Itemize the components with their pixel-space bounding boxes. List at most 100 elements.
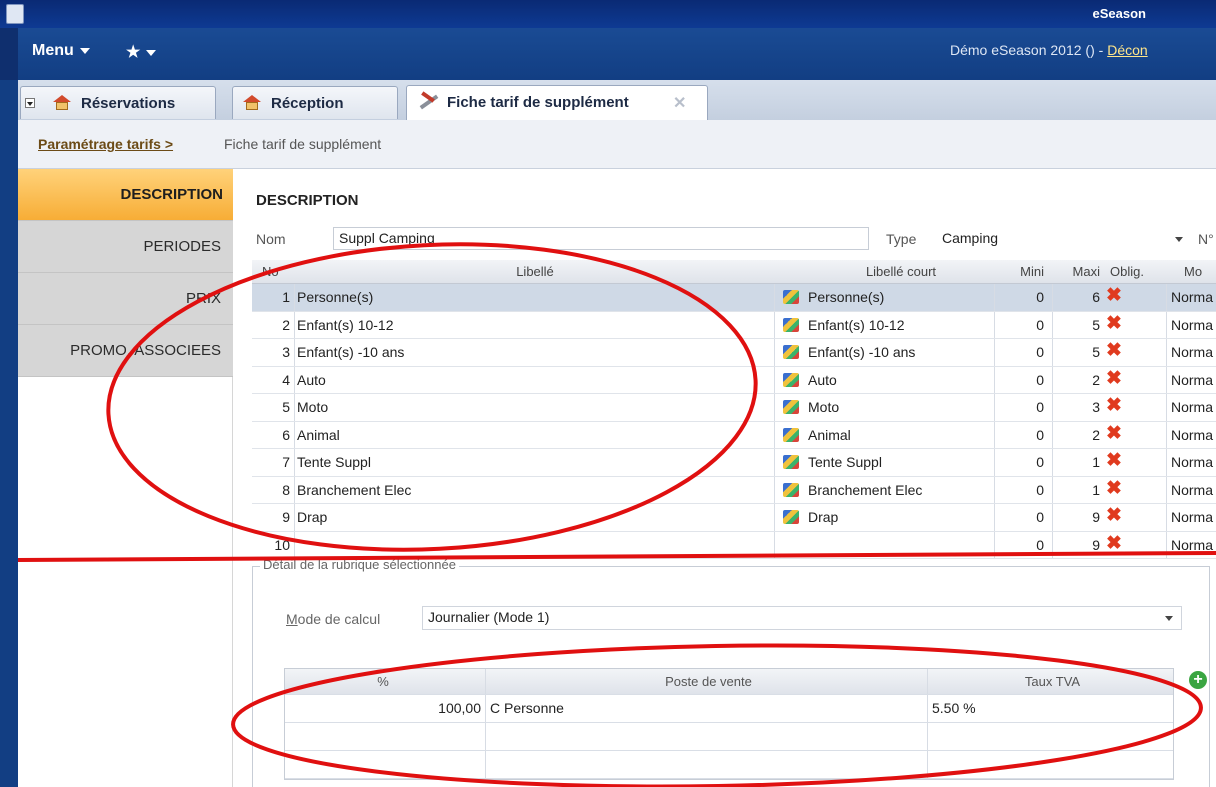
nav-item-prix[interactable]: PRIX	[18, 273, 233, 325]
cell-libelle: Animal	[294, 421, 774, 448]
tab-reservations[interactable]: Réservations	[20, 86, 216, 119]
cell-mode: Norma	[1166, 394, 1216, 421]
cell-maxi: 2	[1052, 421, 1104, 448]
breadcrumb-link-parametrage[interactable]: Paramétrage tarifs >	[38, 136, 173, 152]
nav-item-periodes[interactable]: PERIODES	[18, 221, 233, 273]
table-row[interactable]	[285, 723, 1173, 751]
logout-link[interactable]: Décon	[1107, 42, 1147, 58]
cell-translate	[774, 339, 804, 366]
house-icon	[243, 95, 261, 110]
cell-no: 7	[282, 454, 290, 470]
tab-list-dropdown-icon[interactable]	[25, 98, 35, 108]
translate-icon[interactable]	[783, 427, 799, 442]
breadcrumb: Paramétrage tarifs > Fiche tarif de supp…	[18, 120, 1216, 169]
translate-icon[interactable]	[783, 455, 799, 469]
table-row[interactable]: 1 Personne(s) Personne(s) 0 6 ✖ Norma	[252, 284, 1216, 312]
translate-icon[interactable]	[783, 317, 799, 332]
nav-item-description[interactable]: DESCRIPTION	[18, 169, 235, 221]
x-mark-icon[interactable]: ✖	[1106, 506, 1122, 526]
col-header-libelle-court[interactable]: Libellé court	[804, 260, 994, 283]
x-mark-icon[interactable]: ✖	[1106, 533, 1122, 554]
tab-reception[interactable]: Réception	[232, 86, 398, 119]
table-row[interactable]: 10 0 9 ✖ Norma	[252, 531, 1216, 559]
col-header-tva[interactable]: Taux TVA	[927, 669, 1173, 694]
menu-button[interactable]: Menu	[32, 42, 90, 60]
cell-mode: Norma	[1166, 421, 1216, 448]
translate-icon[interactable]	[783, 290, 799, 304]
cell-mode: Norma	[1166, 449, 1216, 476]
translate-icon[interactable]	[783, 372, 799, 387]
nom-field[interactable]: Suppl Camping	[333, 227, 869, 250]
col-header-libelle[interactable]: Libellé	[294, 260, 774, 283]
table-row[interactable]: 6 Animal Animal 0 2 ✖ Norma	[252, 421, 1216, 449]
type-select[interactable]: Camping	[936, 227, 1190, 250]
add-icon[interactable]: +	[1189, 671, 1207, 689]
cell-maxi: 6	[1052, 284, 1104, 311]
cell-mini: 0	[994, 394, 1052, 421]
user-info: Démo eSeason 2012 () - Décon	[950, 42, 1148, 58]
translate-icon[interactable]	[783, 510, 799, 524]
x-mark-icon[interactable]: ✖	[1106, 313, 1122, 334]
cell-no: 5	[282, 399, 290, 415]
cell-no: 9	[282, 509, 290, 525]
col-header-poste[interactable]: Poste de vente	[485, 669, 927, 694]
window-title: eSeason	[1092, 6, 1146, 21]
table-row[interactable]	[285, 751, 1173, 779]
col-header-no[interactable]: No	[252, 260, 292, 283]
cell-no: 8	[282, 481, 290, 498]
cell-oblig: ✖	[1104, 312, 1166, 339]
x-mark-icon[interactable]: ✖	[1106, 341, 1122, 361]
close-icon[interactable]: ✕	[673, 93, 686, 113]
cell-mini: 0	[994, 449, 1052, 476]
x-mark-icon[interactable]: ✖	[1106, 423, 1122, 444]
cell-mode: Norma	[1166, 366, 1216, 393]
nav-item-promo-associees[interactable]: PROMO. ASSOCIEES	[18, 325, 233, 377]
mode-calcul-select[interactable]: Journalier (Mode 1)	[422, 606, 1182, 630]
cell-mode: Norma	[1166, 339, 1216, 366]
col-header-pct[interactable]: %	[285, 669, 485, 694]
poste-table-header: % Poste de vente Taux TVA	[285, 669, 1173, 695]
cell-libelle: Drap	[294, 504, 774, 531]
cell-no: 6	[282, 426, 290, 443]
x-mark-icon[interactable]: ✖	[1106, 451, 1122, 471]
title-bar: eSeason	[0, 0, 1216, 28]
table-row[interactable]: 5 Moto Moto 0 3 ✖ Norma	[252, 394, 1216, 422]
cell-mini: 0	[994, 531, 1052, 558]
col-header-mini[interactable]: Mini	[994, 260, 1052, 283]
x-mark-icon[interactable]: ✖	[1106, 368, 1122, 389]
table-row[interactable]: 8 Branchement Elec Branchement Elec 0 1 ✖ Norm…	[252, 476, 1216, 504]
cell-oblig: ✖	[1104, 422, 1166, 449]
translate-icon[interactable]	[783, 345, 799, 359]
tab-fiche-tarif[interactable]: Fiche tarif de supplément ✕	[406, 85, 708, 120]
x-mark-icon[interactable]: ✖	[1106, 286, 1122, 306]
favorites-button[interactable]: ★	[126, 42, 157, 62]
cell-maxi: 9	[1052, 531, 1104, 558]
cell-no: 1	[282, 289, 290, 305]
cell-mode: Norma	[1166, 504, 1216, 531]
detail-legend: Détail de la rubrique sélectionnée	[260, 557, 459, 572]
translate-icon[interactable]	[783, 400, 799, 414]
cell-pct	[285, 723, 485, 750]
col-header-oblig[interactable]: Oblig.	[1104, 260, 1166, 283]
cell-tva	[927, 723, 1173, 750]
table-row[interactable]: 4 Auto Auto 0 2 ✖ Norma	[252, 366, 1216, 394]
table-row[interactable]: 100,00 C Personne 5.50 %	[285, 695, 1173, 723]
table-row[interactable]: 7 Tente Suppl Tente Suppl 0 1 ✖ Norma	[252, 449, 1216, 477]
chevron-down-icon	[146, 49, 157, 56]
cell-oblig: ✖	[1104, 477, 1166, 504]
tools-icon	[417, 92, 441, 110]
table-row[interactable]: 2 Enfant(s) 10-12 Enfant(s) 10-12 0 5 ✖ Norma	[252, 311, 1216, 339]
x-mark-icon[interactable]: ✖	[1106, 396, 1122, 416]
table-row[interactable]: 9 Drap Drap 0 9 ✖ Norma	[252, 504, 1216, 532]
cell-mini: 0	[994, 476, 1052, 503]
cell-mini: 0	[994, 284, 1052, 311]
table-row[interactable]: 3 Enfant(s) -10 ans Enfant(s) -10 ans 0 5 ✖ No…	[252, 339, 1216, 367]
cell-translate	[774, 421, 804, 448]
cell-libelle: Enfant(s) 10-12	[294, 311, 774, 338]
x-mark-icon[interactable]: ✖	[1106, 478, 1122, 499]
col-header-mode[interactable]: Mo	[1166, 260, 1216, 283]
breadcrumb-current: Fiche tarif de supplément	[224, 136, 382, 152]
cell-no: 4	[282, 371, 290, 388]
col-header-maxi[interactable]: Maxi	[1052, 260, 1104, 283]
translate-icon[interactable]	[783, 482, 799, 497]
